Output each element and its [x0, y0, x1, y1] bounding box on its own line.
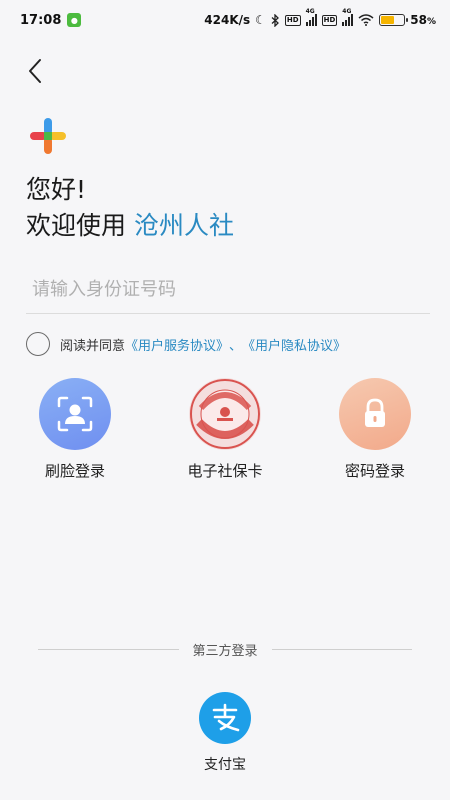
- network-speed: 424K/s: [204, 13, 251, 27]
- bluetooth-icon: [271, 13, 279, 27]
- social-security-card-icon: [189, 378, 261, 450]
- lock-icon: [339, 378, 411, 450]
- face-scan-icon: [39, 378, 111, 450]
- agreement-prefix: 阅读并同意: [60, 338, 126, 354]
- third-party-divider: 第三方登录: [38, 640, 413, 659]
- agreement-checkbox[interactable]: [26, 332, 50, 356]
- hd-badge-2: HD: [321, 14, 338, 26]
- divider-line-right: [271, 649, 413, 650]
- agreement-row: 阅读并同意 《用户服务协议》 、 《用户隐私协议》: [26, 332, 346, 356]
- third-party-label: 第三方登录: [192, 644, 258, 659]
- battery-percent: 58%: [410, 13, 436, 27]
- password-login-button[interactable]: 密码登录: [300, 378, 450, 481]
- id-number-input[interactable]: [26, 266, 430, 314]
- app-name: 沧州人社: [134, 211, 235, 240]
- battery-level: [381, 16, 395, 24]
- agreement-separator: 、: [229, 338, 243, 354]
- status-bar: 17:08 ● 424K/s ☾ HD 4G HD 4G 58%: [0, 0, 450, 40]
- wifi-icon: [358, 14, 374, 26]
- service-agreement-link[interactable]: 《用户服务协议》: [125, 335, 229, 354]
- privacy-agreement-link[interactable]: 《用户隐私协议》: [242, 335, 346, 354]
- greeting-text: 您好!: [26, 175, 87, 204]
- alipay-icon: [199, 692, 251, 744]
- alipay-login-button[interactable]: 支付宝: [175, 692, 275, 774]
- social-card-login-label: 电子社保卡: [187, 462, 263, 480]
- hd-badge-1: HD: [284, 14, 301, 26]
- status-time: 17:08: [20, 12, 62, 28]
- back-button[interactable]: [20, 56, 50, 86]
- network-type-2: 4G: [342, 8, 352, 15]
- status-right: 424K/s ☾ HD 4G HD 4G 58%: [204, 8, 436, 27]
- signal-icon-1: 4G: [305, 8, 317, 26]
- divider-line-left: [38, 649, 179, 650]
- password-login-label: 密码登录: [344, 462, 405, 480]
- network-type-1: 4G: [305, 8, 315, 15]
- face-login-button[interactable]: 刷脸登录: [0, 378, 150, 481]
- wechat-notification-icon: ●: [67, 13, 82, 27]
- welcome-text: 欢迎使用 沧州人社: [26, 208, 234, 244]
- chevron-left-icon: [29, 59, 41, 83]
- battery-icon: [379, 14, 409, 26]
- moon-icon: ☾: [255, 13, 266, 27]
- face-login-label: 刷脸登录: [44, 462, 105, 480]
- alipay-label: 支付宝: [204, 757, 246, 773]
- status-left: 17:08 ●: [20, 12, 82, 28]
- app-logo-icon: [30, 118, 66, 154]
- login-methods: 刷脸登录 电子社保卡 密码登录: [0, 378, 450, 481]
- signal-icon-2: 4G: [342, 8, 354, 26]
- welcome-prefix: 欢迎使用: [26, 211, 127, 240]
- social-card-login-button[interactable]: 电子社保卡: [150, 378, 300, 481]
